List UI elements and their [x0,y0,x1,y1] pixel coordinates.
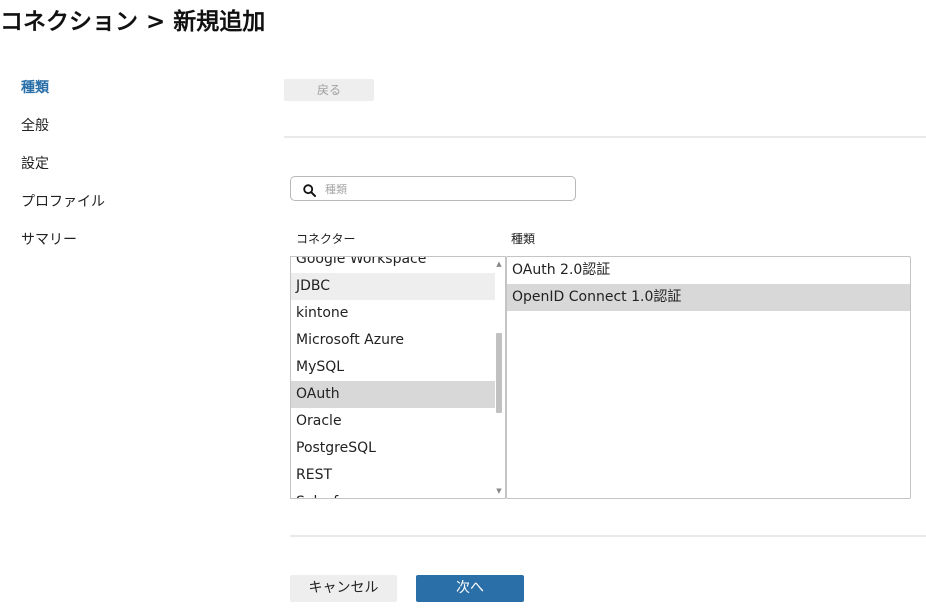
cancel-button[interactable]: キャンセル [290,575,397,602]
scroll-up-arrow-icon[interactable]: ▲ [495,259,503,269]
type-column-header: 種類 [511,232,536,246]
list-item[interactable]: MySQL [291,354,495,381]
step-profile[interactable]: プロファイル [21,192,105,230]
search-box[interactable] [290,176,576,201]
page-title: コネクション > 新規追加 [0,9,266,35]
bottom-divider [290,535,926,537]
list-item[interactable]: OAuth [291,381,495,408]
list-item[interactable]: kintone [291,300,495,327]
search-input[interactable] [325,180,565,198]
connector-column-header: コネクター [296,232,356,246]
step-summary[interactable]: サマリー [21,230,105,268]
list-item[interactable]: Google Workspace [291,257,495,273]
step-navigation: 種類 全般 設定 プロファイル サマリー [21,78,105,268]
connector-list[interactable]: Google Workspace JDBC kintone Microsoft … [290,256,506,499]
list-item[interactable]: OpenID Connect 1.0認証 [507,284,910,311]
list-item[interactable]: PostgreSQL [291,435,495,462]
list-item[interactable]: REST [291,462,495,489]
type-list[interactable]: OAuth 2.0認証 OpenID Connect 1.0認証 [506,256,911,499]
list-item[interactable]: Salesforce [291,489,495,498]
list-item[interactable]: OAuth 2.0認証 [507,257,910,284]
scroll-thumb[interactable] [496,333,502,413]
top-divider [284,136,926,138]
connector-scrollbar[interactable]: ▲ ▼ [494,257,504,498]
scroll-down-arrow-icon[interactable]: ▼ [495,486,503,496]
search-icon [303,182,316,197]
list-item[interactable]: Oracle [291,408,495,435]
list-item[interactable]: Microsoft Azure [291,327,495,354]
step-settings[interactable]: 設定 [21,154,105,192]
step-general[interactable]: 全般 [21,116,105,154]
list-item[interactable]: JDBC [291,273,495,300]
back-button[interactable]: 戻る [284,79,374,101]
step-type[interactable]: 種類 [21,78,105,116]
next-button[interactable]: 次へ [416,575,524,602]
